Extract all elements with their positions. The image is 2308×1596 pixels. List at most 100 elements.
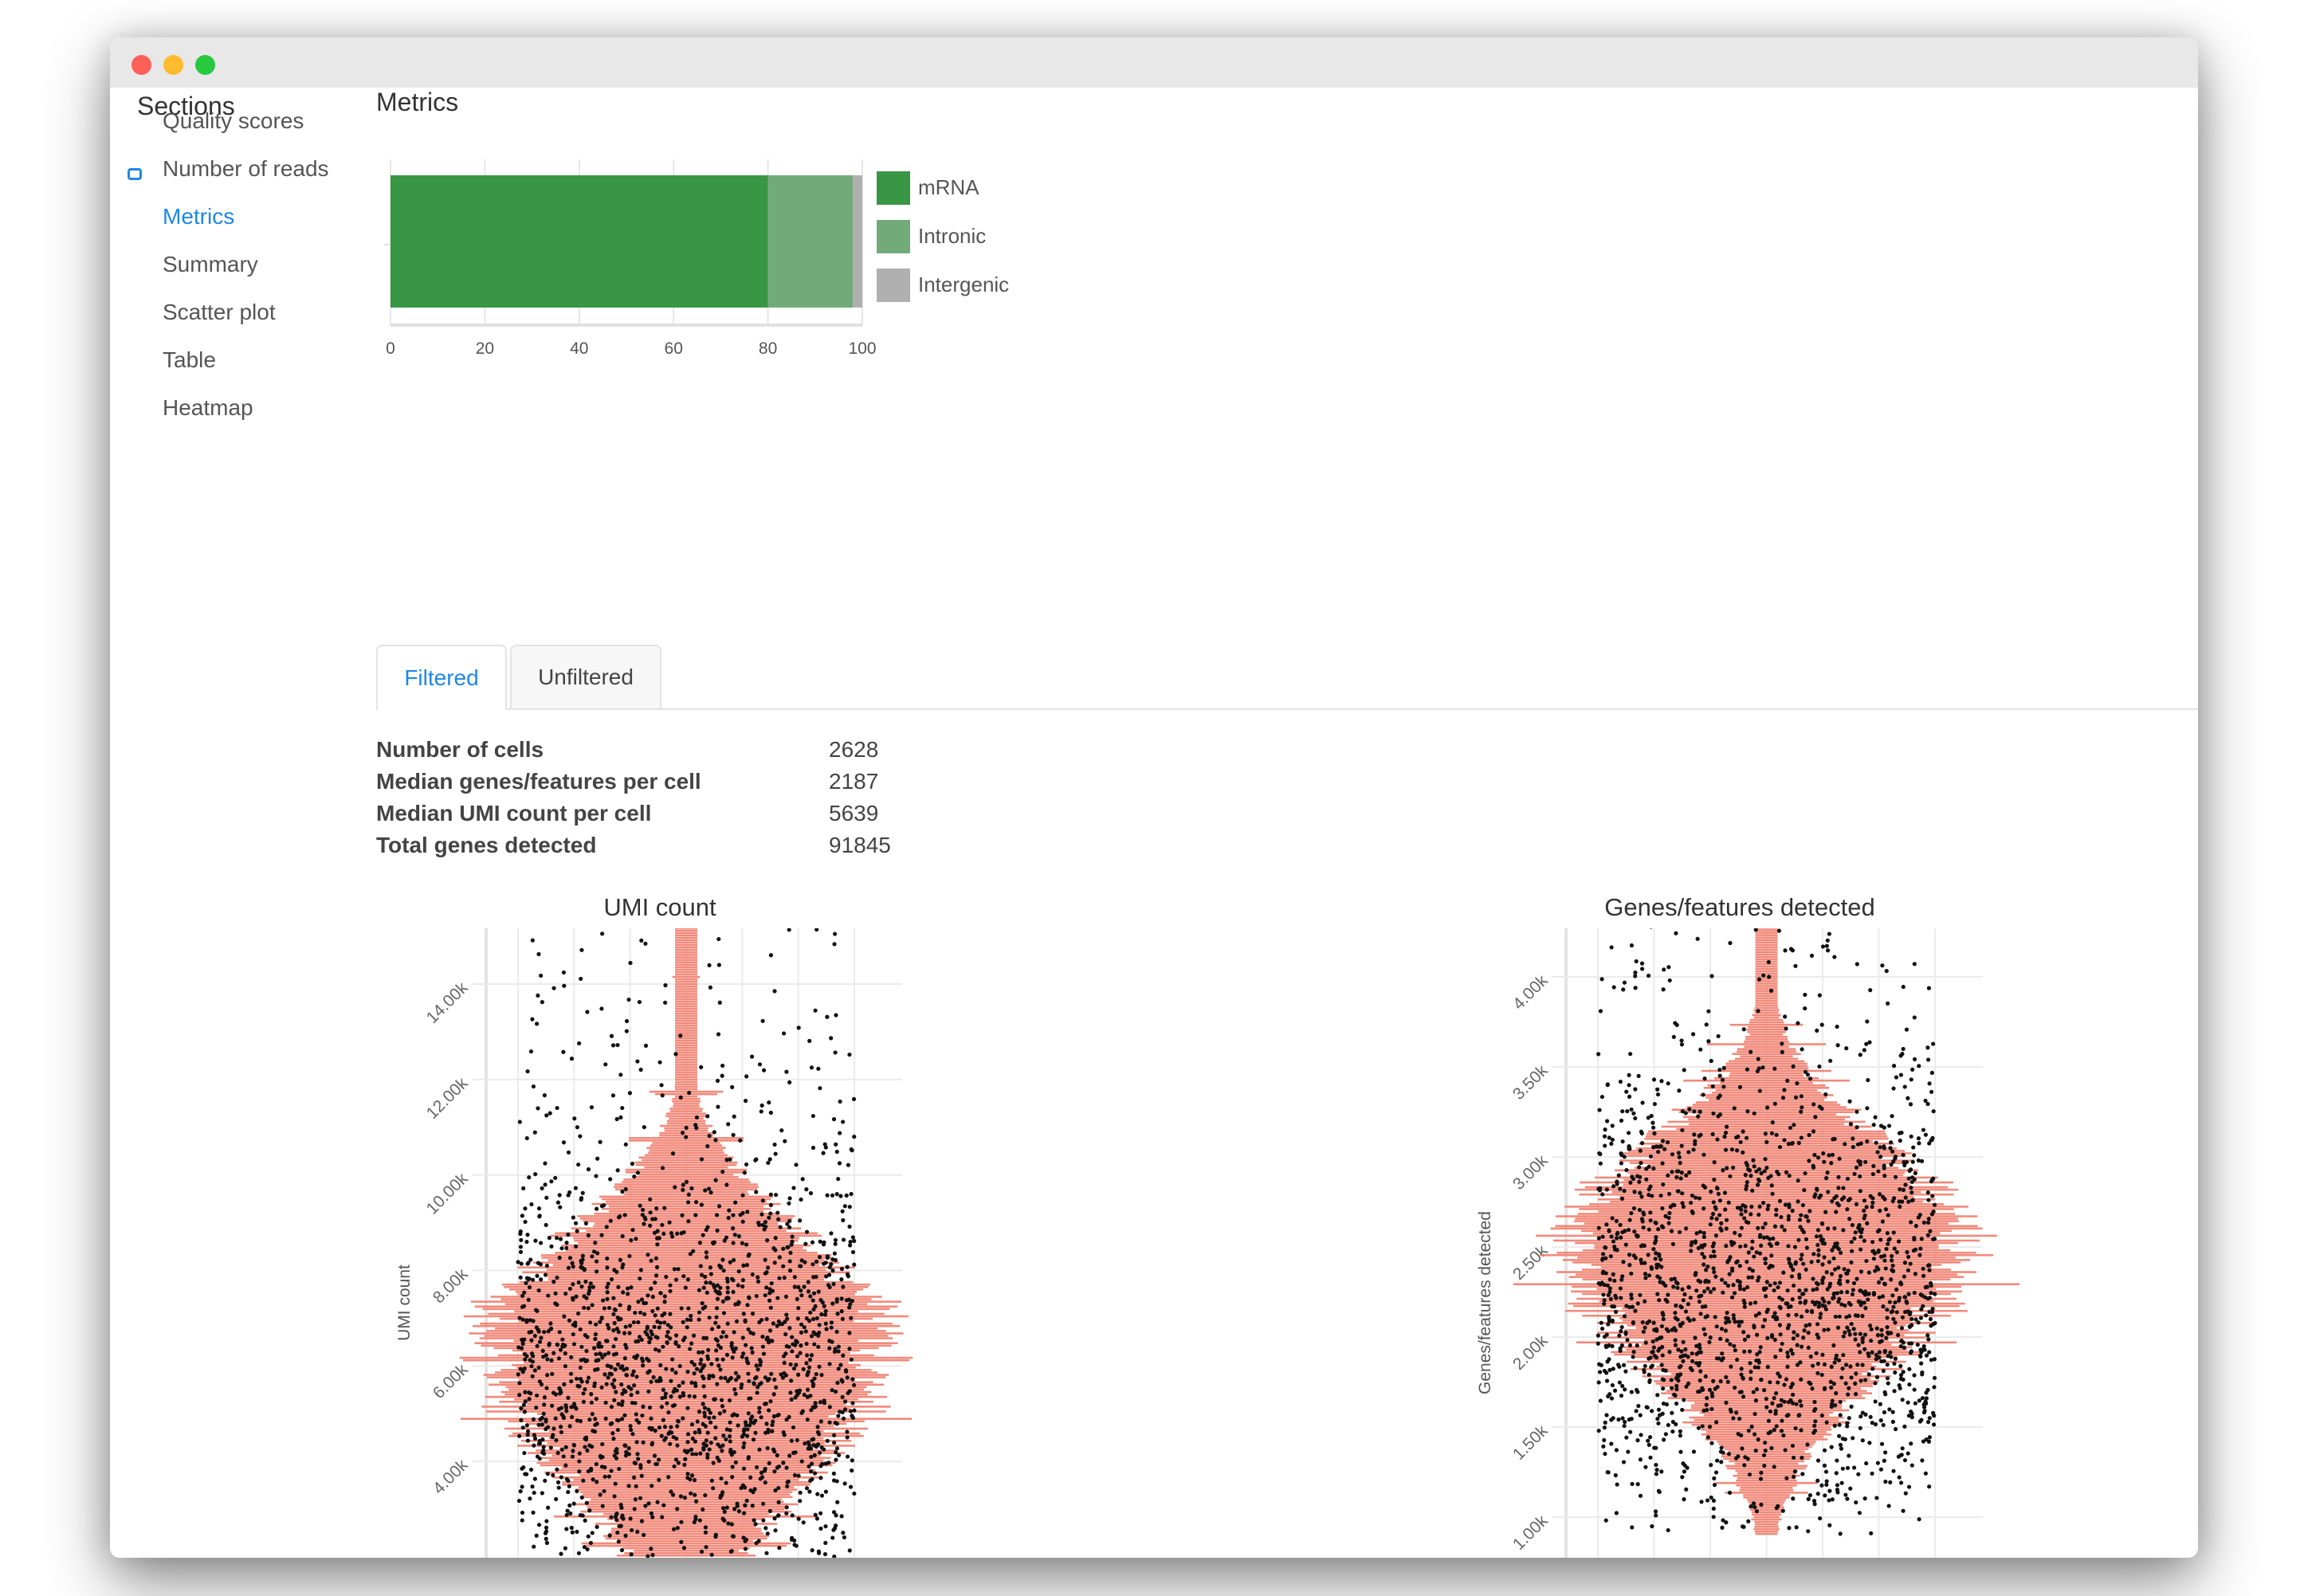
data-point [1756, 1182, 1760, 1187]
data-point [652, 1453, 657, 1458]
data-point [1678, 1176, 1683, 1181]
data-point [531, 1510, 536, 1515]
data-point [839, 1309, 844, 1314]
data-point [765, 1265, 771, 1270]
maximize-window-button[interactable] [195, 55, 215, 75]
data-point [627, 1331, 632, 1335]
data-point [556, 1356, 562, 1361]
data-point [1615, 1182, 1619, 1186]
data-point [1807, 1380, 1811, 1385]
legend-item-intergenic[interactable]: Intergenic [877, 269, 1036, 302]
sidebar-item-scatter-plot[interactable]: Scatter plot [163, 300, 276, 325]
data-point [1624, 1304, 1629, 1308]
data-point [1611, 1272, 1615, 1276]
data-point [548, 1445, 553, 1450]
data-point [804, 1486, 810, 1491]
violin-slice [1755, 967, 1778, 971]
bar-segment-intergenic[interactable] [853, 175, 862, 308]
data-point [528, 1318, 532, 1323]
bar-segment-intronic[interactable] [767, 175, 854, 308]
data-point [1797, 1413, 1802, 1418]
data-point [1741, 1129, 1745, 1134]
data-point [1725, 1379, 1730, 1384]
data-point [741, 1432, 746, 1437]
data-point [561, 1140, 567, 1145]
data-point [761, 1068, 767, 1072]
data-point [1819, 1022, 1824, 1027]
data-point [720, 1516, 725, 1521]
violin-slice [1678, 1111, 1855, 1114]
data-point [1799, 1257, 1804, 1261]
data-point [1612, 1388, 1618, 1393]
data-point [773, 1528, 778, 1533]
bar-segment-mrna[interactable] [391, 175, 768, 308]
sidebar-item-table[interactable]: Table [163, 347, 216, 373]
data-point [1636, 1403, 1641, 1409]
data-point [558, 1387, 563, 1393]
violin-slice [517, 1293, 855, 1296]
sidebar-item-metrics[interactable]: Metrics [163, 204, 234, 229]
sidebar-item-summary[interactable]: Summary [163, 252, 258, 277]
data-point [641, 1440, 646, 1445]
data-point [822, 1447, 826, 1452]
data-point [1827, 1488, 1832, 1493]
data-point [1843, 1142, 1847, 1147]
violin-slice [675, 1071, 697, 1073]
data-point [1698, 1280, 1703, 1284]
data-point [1890, 1410, 1895, 1414]
data-point [573, 1186, 579, 1190]
data-point [654, 1273, 659, 1278]
violin-slice [675, 1083, 697, 1086]
data-point [1705, 1435, 1710, 1440]
data-point [768, 1192, 773, 1197]
data-point [680, 1131, 685, 1135]
violin-slice [675, 1010, 697, 1013]
data-point [1614, 1296, 1619, 1300]
data-point [1837, 1156, 1842, 1161]
sidebar-item-heatmap[interactable]: Heatmap [163, 395, 253, 421]
data-point [1836, 1247, 1841, 1252]
legend-item-mrna[interactable]: mRNA [877, 171, 1036, 205]
data-point [1849, 1404, 1854, 1409]
legend-swatch-intronic [877, 220, 910, 253]
violin-slice [1755, 955, 1778, 959]
data-point [831, 1510, 837, 1515]
sidebar-item-quality-scores[interactable]: Quality scores [163, 108, 304, 134]
data-point [1925, 1420, 1931, 1425]
data-point [777, 1255, 782, 1260]
y-tick-label: 4.00k [430, 1456, 472, 1498]
data-point [697, 1350, 701, 1355]
data-point [1932, 1414, 1937, 1418]
data-point [1740, 1524, 1745, 1529]
data-point [1901, 1152, 1906, 1158]
data-point [614, 1327, 619, 1331]
data-point [535, 1343, 540, 1348]
data-point [800, 1177, 805, 1182]
data-point [1820, 944, 1826, 949]
data-point [1927, 1268, 1932, 1272]
close-window-button[interactable] [131, 55, 151, 75]
tab-unfiltered[interactable]: Unfiltered [510, 645, 661, 708]
tab-filtered[interactable]: Filtered [376, 645, 507, 710]
data-point [730, 1465, 735, 1469]
data-point [784, 1511, 789, 1516]
legend-item-intronic[interactable]: Intronic [877, 220, 1036, 253]
data-point [716, 936, 721, 942]
data-point [1603, 1143, 1607, 1148]
sidebar-item-number-of-reads[interactable]: Number of reads [163, 156, 329, 182]
data-point [1876, 1249, 1881, 1254]
data-point [692, 1477, 697, 1483]
data-point [599, 1351, 603, 1357]
data-point [683, 1285, 688, 1290]
data-point [662, 1311, 667, 1316]
data-point [755, 1390, 760, 1395]
data-point [1811, 1163, 1815, 1168]
violin-slice [544, 1415, 829, 1418]
minimize-window-button[interactable] [163, 55, 183, 75]
tab-divider [376, 708, 2198, 710]
data-point [1827, 1153, 1831, 1158]
data-point [687, 1090, 692, 1096]
data-point [720, 1073, 724, 1078]
data-point [638, 1310, 643, 1315]
data-point [1774, 1424, 1779, 1429]
